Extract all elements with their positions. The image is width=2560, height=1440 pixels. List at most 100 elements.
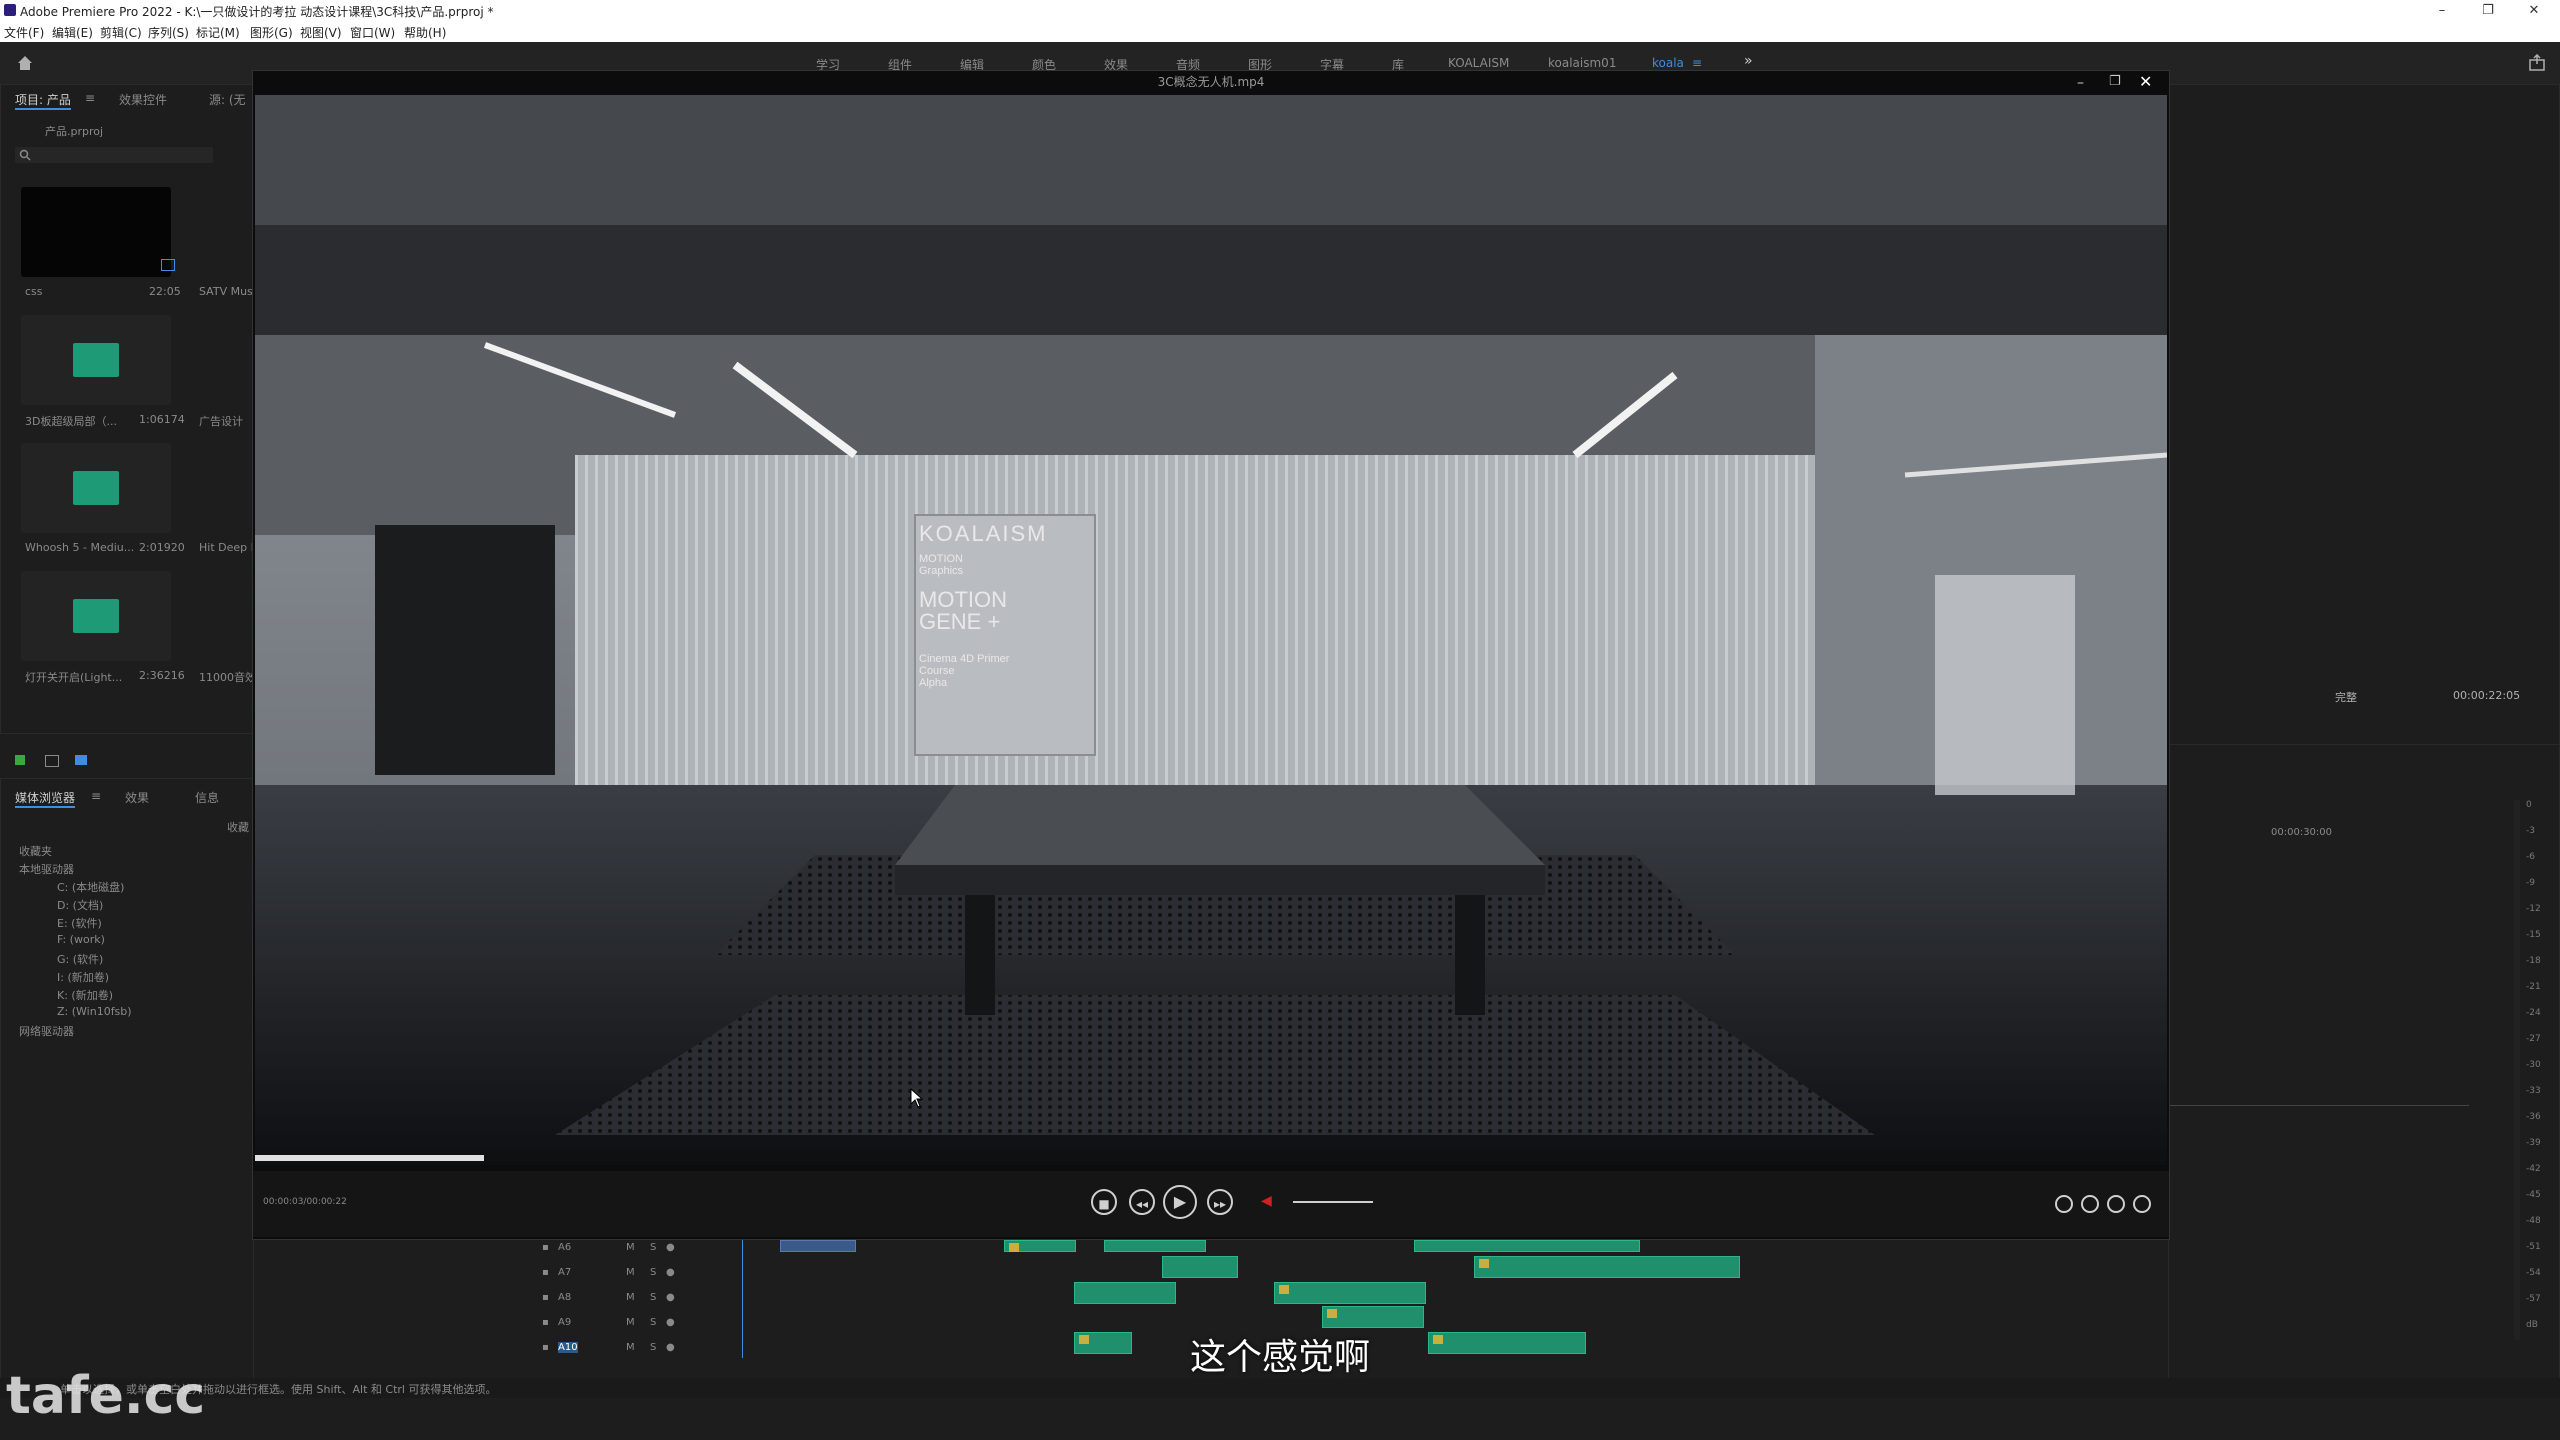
play-icon[interactable]: ▶	[1163, 1185, 1197, 1219]
menu-file[interactable]: 文件(F)	[4, 24, 44, 41]
favorites-checkbox-label[interactable]: 收藏	[227, 819, 249, 835]
project-item-audio[interactable]	[21, 315, 171, 405]
timeline-clip[interactable]	[1274, 1282, 1426, 1304]
fit-dropdown[interactable]: 完整	[2335, 689, 2357, 705]
track-name[interactable]: A10	[558, 1342, 578, 1353]
pencil-icon[interactable]	[15, 755, 25, 765]
restore-button[interactable]: ❐	[2468, 2, 2508, 20]
tab-info[interactable]: 信息	[195, 789, 219, 806]
solo-button[interactable]: S	[650, 1267, 656, 1278]
mute-button[interactable]: M	[626, 1342, 635, 1353]
menu-clip[interactable]: 剪辑(C)	[100, 24, 142, 41]
microphone-icon[interactable]: ●	[666, 1242, 675, 1253]
tab-effects[interactable]: 效果	[125, 789, 149, 806]
forward-icon[interactable]: ▸▸	[1207, 1189, 1233, 1215]
project-panel-menu-icon[interactable]: ≡	[85, 91, 95, 105]
tree-drive-k[interactable]: K: (新加卷)	[57, 987, 113, 1003]
lock-icon[interactable]: ▪	[542, 1317, 549, 1328]
player-minimize-button[interactable]: –	[2077, 75, 2084, 91]
tab-effect-controls[interactable]: 效果控件	[119, 91, 167, 108]
menu-sequence[interactable]: 序列(S)	[148, 24, 189, 41]
tree-drive-c[interactable]: C: (本地磁盘)	[57, 879, 124, 895]
lock-icon[interactable]: ▪	[542, 1267, 549, 1278]
mute-button[interactable]: M	[626, 1267, 635, 1278]
project-item-audio[interactable]	[21, 571, 171, 661]
timeline-clip[interactable]	[1074, 1282, 1176, 1304]
banner-brand: KOALAISM	[919, 521, 1048, 546]
project-item-audio[interactable]	[21, 443, 171, 533]
microphone-icon[interactable]: ●	[666, 1317, 675, 1328]
tree-drive-i[interactable]: I: (新加卷)	[57, 969, 109, 985]
track-name[interactable]: A6	[558, 1242, 571, 1253]
project-search-input[interactable]	[15, 147, 213, 163]
tree-favorites[interactable]: 收藏夹	[19, 843, 52, 859]
home-icon[interactable]	[16, 54, 34, 72]
workspace-koalaism[interactable]: KOALAISM	[1448, 56, 1509, 70]
workspace-koala[interactable]: koala	[1652, 56, 1684, 70]
screenshot-icon[interactable]	[2055, 1195, 2073, 1213]
timeline-clip[interactable]	[1322, 1306, 1424, 1328]
minimize-button[interactable]: –	[2422, 2, 2462, 20]
player-close-button[interactable]: ✕	[2139, 72, 2152, 91]
tree-drive-d[interactable]: D: (文档)	[57, 897, 103, 913]
solo-button[interactable]: S	[650, 1317, 656, 1328]
tree-drive-e[interactable]: E: (软件)	[57, 915, 102, 931]
stop-icon[interactable]: ■	[1091, 1189, 1117, 1215]
mute-button[interactable]: M	[626, 1292, 635, 1303]
solo-button[interactable]: S	[650, 1342, 656, 1353]
menu-marker[interactable]: 标记(M)	[196, 24, 240, 41]
track-name[interactable]: A9	[558, 1317, 571, 1328]
mute-button[interactable]: M	[626, 1317, 635, 1328]
project-item-name: Hit Deep Ir	[199, 541, 259, 554]
microphone-icon[interactable]: ●	[666, 1342, 675, 1353]
menu-view[interactable]: 视图(V)	[300, 24, 342, 41]
solo-button[interactable]: S	[650, 1242, 656, 1253]
lock-icon[interactable]: ▪	[542, 1292, 549, 1303]
share-icon[interactable]	[2528, 54, 2546, 72]
lock-icon[interactable]: ▪	[542, 1242, 549, 1253]
menu-edit[interactable]: 编辑(E)	[52, 24, 93, 41]
tree-local-drives[interactable]: 本地驱动器	[19, 861, 74, 877]
playhead[interactable]	[742, 1238, 743, 1358]
video-frame[interactable]: KOALAISM MOTION Graphics MOTION GENE + C…	[255, 95, 2167, 1165]
project-item-css[interactable]	[21, 187, 175, 277]
list-view-icon[interactable]	[45, 755, 59, 767]
timeline-clip[interactable]	[1162, 1256, 1238, 1278]
settings-icon[interactable]	[2081, 1195, 2099, 1213]
timeline-clip[interactable]	[1414, 1240, 1640, 1252]
microphone-icon[interactable]: ●	[666, 1292, 675, 1303]
timeline-clip[interactable]	[1104, 1240, 1206, 1252]
tab-source[interactable]: 源: (无	[209, 91, 246, 108]
solo-button[interactable]: S	[650, 1292, 656, 1303]
tab-media-browser[interactable]: 媒体浏览器	[15, 789, 76, 808]
icon-view-icon[interactable]	[75, 755, 87, 765]
track-name[interactable]: A8	[558, 1292, 571, 1303]
volume-slider[interactable]	[1293, 1201, 1373, 1203]
close-window-button[interactable]: ✕	[2514, 2, 2554, 20]
db-tick-label: -27	[2526, 1034, 2541, 1044]
fullscreen-icon[interactable]	[2133, 1195, 2151, 1213]
tree-network-drives[interactable]: 网络驱动器	[19, 1023, 74, 1039]
workspace-menu-icon[interactable]: ≡	[1692, 56, 1702, 70]
menu-graphics[interactable]: 图形(G)	[250, 24, 293, 41]
tree-drive-f[interactable]: F: (work)	[57, 933, 105, 946]
media-browser-menu-icon[interactable]: ≡	[91, 789, 101, 803]
lock-icon[interactable]: ▪	[542, 1342, 549, 1353]
player-restore-button[interactable]: ❐	[2109, 74, 2121, 89]
track-name[interactable]: A7	[558, 1267, 571, 1278]
mute-button[interactable]: M	[626, 1242, 635, 1253]
menu-window[interactable]: 窗口(W)	[350, 24, 395, 41]
workspace-overflow-icon[interactable]: »	[1744, 53, 1753, 69]
tree-drive-z[interactable]: Z: (Win10fsb)	[57, 1005, 132, 1018]
timeline-clip[interactable]	[780, 1240, 856, 1252]
menu-help[interactable]: 帮助(H)	[404, 24, 446, 41]
tab-project[interactable]: 项目: 产品	[15, 91, 71, 110]
microphone-icon[interactable]: ●	[666, 1267, 675, 1278]
timeline-clip[interactable]	[1004, 1240, 1076, 1252]
tree-drive-g[interactable]: G: (软件)	[57, 951, 103, 967]
timeline-clip[interactable]	[1474, 1256, 1740, 1278]
rewind-icon[interactable]: ◂◂	[1129, 1189, 1155, 1215]
volume-icon[interactable]: ◀	[1261, 1193, 1275, 1211]
playlist-icon[interactable]	[2107, 1195, 2125, 1213]
workspace-koalaism01[interactable]: koalaism01	[1548, 56, 1616, 70]
